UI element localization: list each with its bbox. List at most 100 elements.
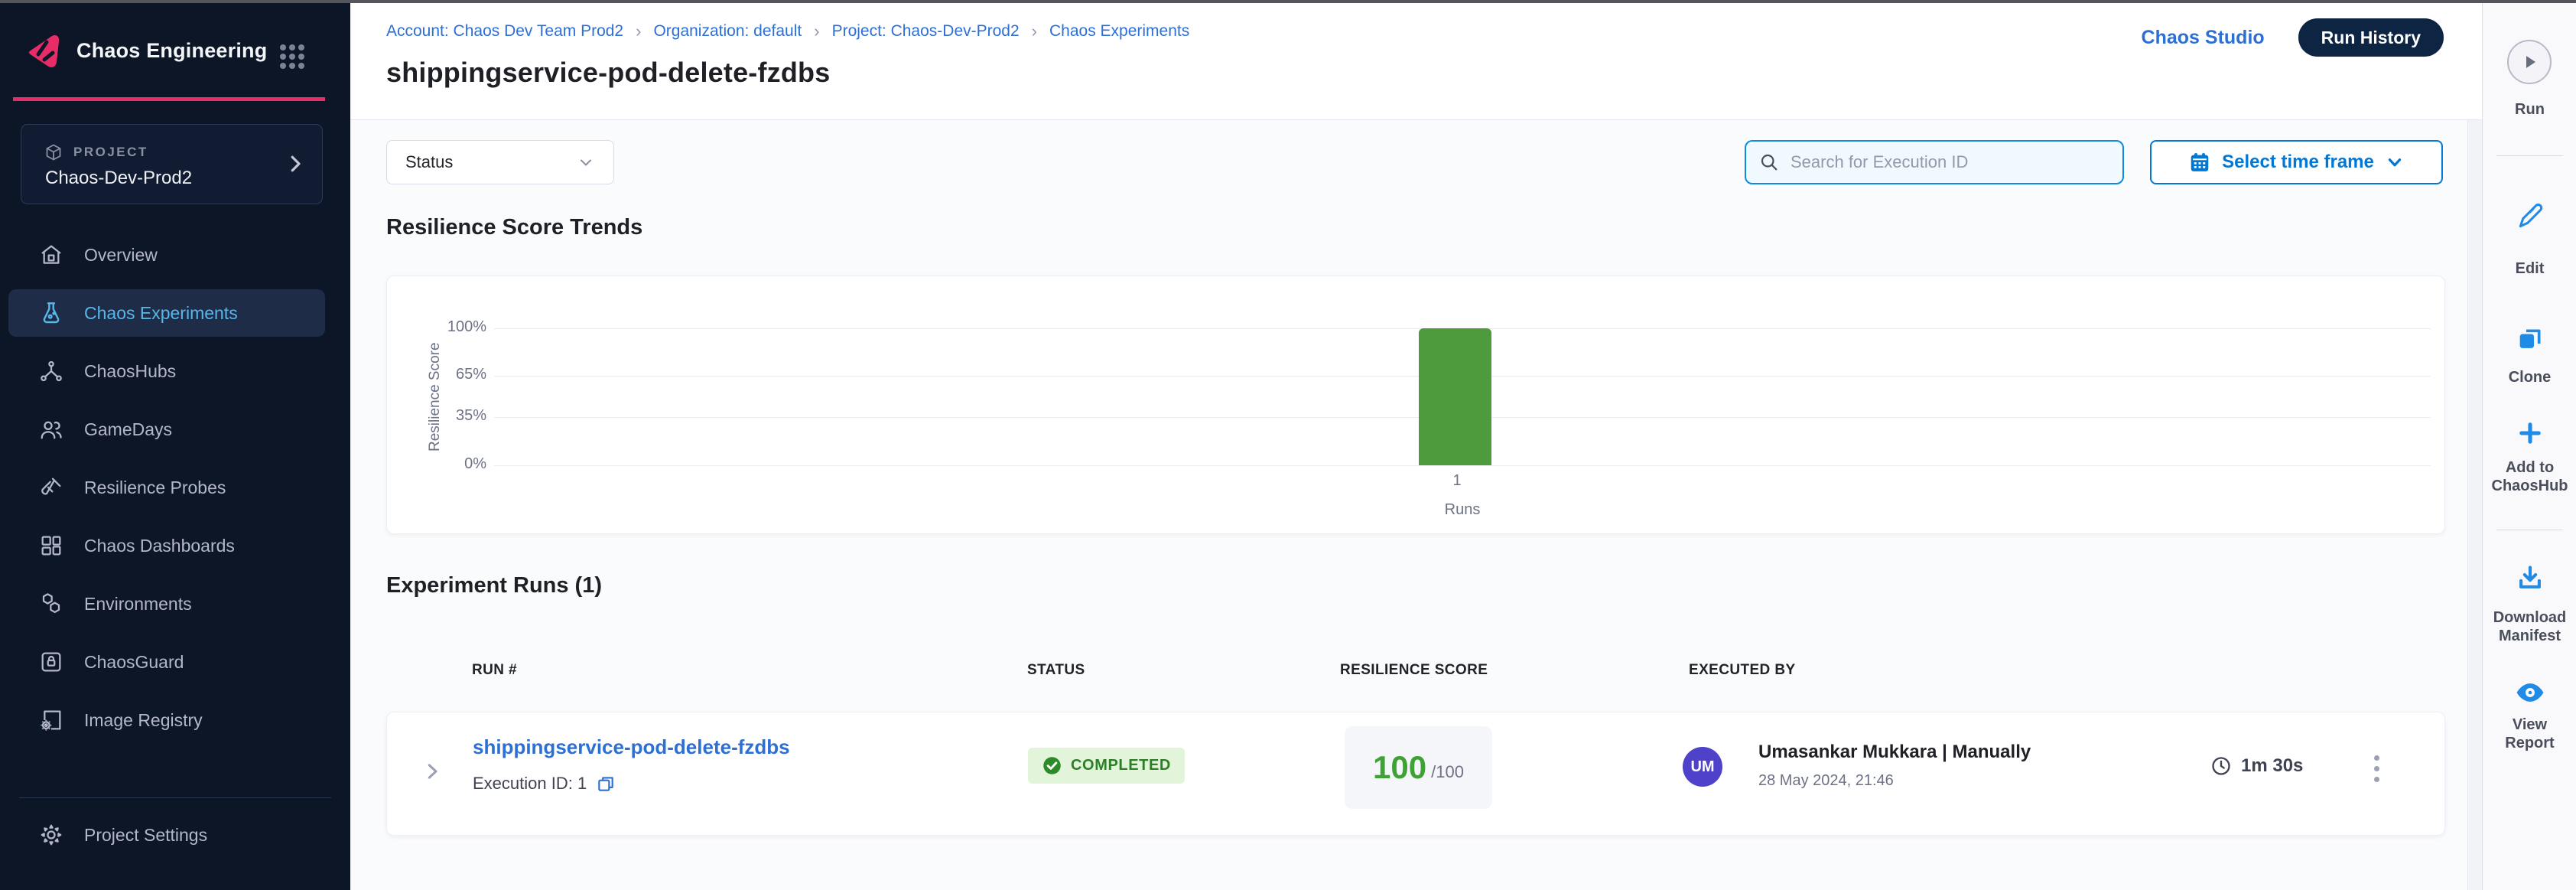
run-name-link[interactable]: shippingservice-pod-delete-fzdbs: [473, 735, 790, 759]
search-input[interactable]: [1791, 152, 2110, 172]
sidebar-item-chaos-experiments[interactable]: Chaos Experiments: [0, 284, 350, 342]
pencil-icon: [2516, 202, 2545, 231]
download-icon: [2516, 563, 2545, 592]
expand-row-chevron-icon[interactable]: [421, 760, 444, 783]
sidebar-item-overview[interactable]: Overview: [0, 226, 350, 284]
lock-box-icon: [38, 650, 64, 674]
hub-network-icon: [38, 359, 64, 383]
sidebar-divider: [19, 797, 331, 798]
test-tube-icon: [38, 475, 64, 500]
breadcrumb: Account: Chaos Dev Team Prod2 › Organiza…: [386, 21, 1189, 41]
flask-icon: [38, 301, 64, 325]
project-name: Chaos-Dev-Prod2: [45, 168, 192, 189]
select-time-frame-label: Select time frame: [2222, 152, 2374, 173]
sidebar-item-gamedays[interactable]: GameDays: [0, 400, 350, 458]
select-time-frame-button[interactable]: Select time frame: [2150, 140, 2443, 184]
play-icon: [2519, 52, 2539, 72]
sidebar-item-label: Image Registry: [84, 710, 203, 731]
run-duration: 1m 30s: [2241, 755, 2303, 777]
chaos-studio-link[interactable]: Chaos Studio: [2142, 27, 2265, 49]
breadcrumb-separator: ›: [1032, 21, 1037, 41]
sidebar-item-label: Project Settings: [84, 825, 207, 846]
sidebar-item-project-settings[interactable]: Project Settings: [0, 806, 350, 864]
calendar-icon: [2188, 151, 2211, 174]
search-icon: [1758, 152, 1780, 173]
chart-gridline: [494, 465, 2431, 466]
sidebar: Chaos Engineering PROJECT Chaos-Dev-Prod…: [0, 0, 350, 890]
sidebar-item-image-registry[interactable]: Image Registry: [0, 691, 350, 749]
run-table-row: shippingservice-pod-delete-fzdbs Executi…: [386, 712, 2445, 836]
sidebar-item-label: Chaos Dashboards: [84, 536, 235, 556]
chevron-down-icon: [577, 153, 595, 171]
runs-table-header: RUN # STATUS RESILIENCE SCORE EXECUTED B…: [350, 662, 2482, 685]
resilience-score-trends-chart: Resilience Score 100% 65% 35% 0% 1 Runs: [386, 275, 2445, 534]
status-filter-label: Status: [405, 152, 453, 172]
run-history-button[interactable]: Run History: [2298, 18, 2444, 57]
status-badge-label: COMPLETED: [1071, 757, 1171, 774]
people-icon: [38, 417, 64, 442]
dashboard-grid-icon: [38, 533, 64, 558]
download-manifest-label: Download Manifest: [2487, 609, 2572, 645]
sidebar-item-label: Chaos Experiments: [84, 303, 238, 324]
gear-icon: [38, 823, 64, 847]
avatar: UM: [1683, 747, 1722, 787]
clone-button[interactable]: [2483, 324, 2576, 355]
bar-run-1[interactable]: [1419, 328, 1491, 465]
chart-x-tick: 1: [1388, 472, 1526, 490]
edit-button[interactable]: [2483, 202, 2576, 231]
resilience-score-value: 100: [1373, 749, 1426, 786]
page-header: Account: Chaos Dev Team Prod2 › Organiza…: [350, 0, 2482, 120]
executed-on-timestamp: 28 May 2024, 21:46: [1758, 772, 1894, 790]
sidebar-item-label: ChaosGuard: [84, 652, 184, 673]
view-report-button[interactable]: [2483, 676, 2576, 709]
chart-y-tick: 100%: [402, 318, 486, 336]
sidebar-item-environments[interactable]: Environments: [0, 575, 350, 633]
clone-label: Clone: [2487, 369, 2572, 387]
copy-icon[interactable]: [596, 774, 616, 794]
sidebar-item-label: Resilience Probes: [84, 478, 226, 498]
sidebar-item-label: Overview: [84, 245, 158, 266]
row-options-menu-icon[interactable]: [2368, 749, 2386, 788]
chart-y-tick: 65%: [402, 366, 486, 383]
chaos-engineering-logo-icon: [21, 29, 64, 72]
rail-divider: [2496, 155, 2563, 156]
app-logo-row: Chaos Engineering: [21, 29, 267, 72]
sidebar-item-chaosguard[interactable]: ChaosGuard: [0, 633, 350, 691]
breadcrumb-chaos-experiments-link[interactable]: Chaos Experiments: [1049, 22, 1189, 41]
run-button[interactable]: [2507, 40, 2552, 84]
breadcrumb-account-link[interactable]: Account: Chaos Dev Team Prod2: [386, 22, 623, 41]
add-to-chaoshub-label: Add to ChaosHub: [2487, 459, 2572, 495]
status-filter-dropdown[interactable]: Status: [386, 140, 614, 184]
add-to-chaoshub-button[interactable]: [2483, 419, 2576, 447]
resilience-score-box: 100 /100: [1345, 726, 1492, 809]
chart-y-axis-title: Resilience Score: [427, 324, 444, 471]
sidebar-item-chaoshubs[interactable]: ChaosHubs: [0, 342, 350, 400]
breadcrumb-organization-link[interactable]: Organization: default: [653, 22, 802, 41]
project-label: PROJECT: [73, 145, 148, 160]
view-report-label: View Report: [2487, 716, 2572, 752]
file-gear-icon: [38, 708, 64, 732]
execution-id-label: Execution ID: 1: [473, 774, 587, 794]
download-manifest-button[interactable]: [2483, 563, 2576, 592]
main-content: Status Select time frame Resilience Scor…: [350, 120, 2482, 890]
clock-icon: [2210, 755, 2232, 777]
app-title: Chaos Engineering: [76, 39, 267, 63]
clone-icon: [2515, 324, 2545, 355]
column-header-status: STATUS: [1027, 662, 1085, 679]
check-circle-icon: [1042, 755, 1062, 776]
vertical-scrollbar[interactable]: [2467, 120, 2482, 890]
sidebar-item-chaos-dashboards[interactable]: Chaos Dashboards: [0, 517, 350, 575]
chart-y-tick: 35%: [402, 407, 486, 425]
breadcrumb-project-link[interactable]: Project: Chaos-Dev-Prod2: [832, 22, 1020, 41]
sidebar-item-resilience-probes[interactable]: Resilience Probes: [0, 458, 350, 517]
window-top-edge: [0, 0, 2576, 3]
plus-icon: [2516, 419, 2544, 447]
brand-accent-bar: [13, 97, 325, 101]
action-rail: Run Edit Clone Add to ChaosHub Download …: [2482, 0, 2576, 890]
hexagons-icon: [38, 592, 64, 616]
resilience-score-total: /100: [1431, 762, 1464, 782]
chart-y-tick: 0%: [402, 455, 486, 473]
project-selector[interactable]: PROJECT Chaos-Dev-Prod2: [21, 124, 323, 204]
executed-by-name: Umasankar Mukkara | Manually: [1758, 742, 2031, 763]
app-switcher-grid-icon[interactable]: [278, 43, 306, 70]
